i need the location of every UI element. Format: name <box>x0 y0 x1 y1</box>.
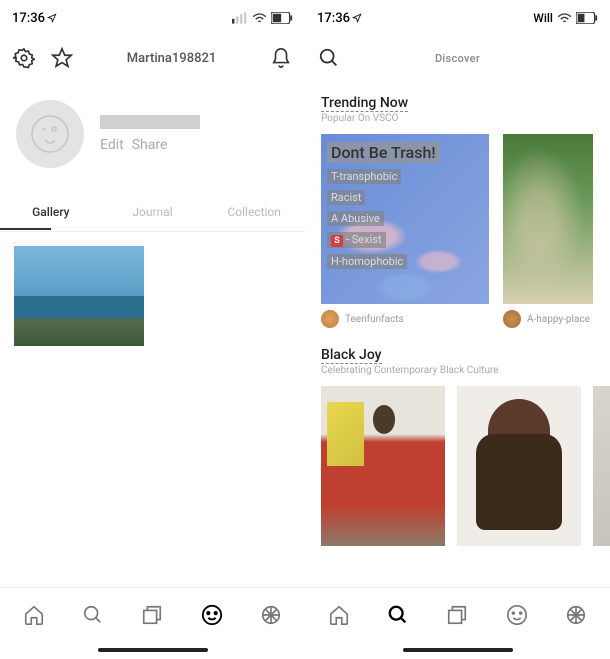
nav-membership-icon[interactable] <box>251 604 291 626</box>
notifications-icon[interactable] <box>269 46 293 70</box>
location-icon <box>352 13 362 23</box>
wifi-icon <box>252 12 267 24</box>
tab-journal[interactable]: Journal <box>102 195 204 229</box>
status-bar: 17:36 Will <box>305 0 610 36</box>
carrier-label: Will <box>533 11 553 25</box>
nav-home-icon[interactable] <box>14 604 54 626</box>
battery-icon <box>271 12 293 24</box>
blackjoy-card[interactable] <box>457 386 581 546</box>
avatar[interactable] <box>16 100 84 168</box>
discover-screen: 17:36 Will Discover Trending Now Popular… <box>305 0 610 659</box>
blackjoy-row <box>321 386 610 546</box>
status-time: 17:36 <box>317 11 350 26</box>
trending-title: Trending Now <box>321 95 408 112</box>
nav-profile-icon[interactable] <box>192 604 232 626</box>
blackjoy-header: Black Joy Celebrating Contemporary Black… <box>321 344 610 376</box>
card-text-line: Racist <box>327 190 365 205</box>
trending-header: Trending Now Popular On VSCO <box>321 92 610 124</box>
nav-home-icon[interactable] <box>319 604 359 626</box>
share-profile-link[interactable]: Share <box>132 137 168 153</box>
username: Martina198821 <box>88 51 255 66</box>
author-avatar <box>503 310 521 328</box>
gallery-photo[interactable] <box>14 246 144 346</box>
battery-icon <box>576 12 598 24</box>
top-bar: Discover <box>305 36 610 80</box>
wifi-icon <box>557 12 572 24</box>
trending-card[interactable]: A-happy-place <box>503 134 593 328</box>
card-text-line: T-transphobic <box>327 169 401 184</box>
gallery-content <box>0 232 305 587</box>
page-title: Discover <box>355 52 560 65</box>
nav-profile-icon[interactable] <box>497 604 537 626</box>
card-text-line: S- Sexist <box>327 232 386 248</box>
favorites-icon[interactable] <box>50 46 74 70</box>
bottom-nav <box>0 587 305 641</box>
top-bar: Martina198821 <box>0 36 305 80</box>
home-indicator[interactable] <box>305 641 610 659</box>
profile-section: Edit Share <box>0 80 305 192</box>
nav-studio-icon[interactable] <box>437 604 477 626</box>
home-indicator[interactable] <box>0 641 305 659</box>
blackjoy-card[interactable] <box>593 386 610 546</box>
profile-tabs: Gallery Journal Collection <box>0 192 305 232</box>
nav-studio-icon[interactable] <box>132 604 172 626</box>
card-text-line: H-homophobic <box>327 254 407 269</box>
nav-membership-icon[interactable] <box>556 604 596 626</box>
nav-search-icon[interactable] <box>378 604 418 626</box>
trending-card[interactable]: Dont Be Trash! T-transphobic Racist A Ab… <box>321 134 489 328</box>
edit-profile-link[interactable]: Edit <box>100 137 124 153</box>
blackjoy-card[interactable] <box>321 386 445 546</box>
profile-name-placeholder <box>100 115 200 129</box>
status-time: 17:36 <box>12 11 45 26</box>
author-name: Teenfunfacts <box>345 314 404 325</box>
settings-icon[interactable] <box>12 46 36 70</box>
discover-content: Trending Now Popular On VSCO Dont Be Tra… <box>305 80 610 587</box>
profile-screen: 17:36 Martina198821 Edit Share <box>0 0 305 659</box>
tab-collection[interactable]: Collection <box>203 195 305 229</box>
card-text-line: A Abusive <box>327 211 384 226</box>
blackjoy-subtitle: Celebrating Contemporary Black Culture <box>321 365 610 376</box>
signal-icon <box>232 12 248 24</box>
bottom-nav <box>305 587 610 641</box>
profile-info: Edit Share <box>100 115 289 153</box>
location-icon <box>47 13 57 23</box>
blackjoy-title: Black Joy <box>321 347 382 364</box>
status-bar: 17:36 <box>0 0 305 36</box>
tab-gallery[interactable]: Gallery <box>0 195 102 229</box>
trending-row: Dont Be Trash! T-transphobic Racist A Ab… <box>321 134 610 328</box>
author-avatar <box>321 310 339 328</box>
trending-subtitle: Popular On VSCO <box>321 113 610 124</box>
card-text-line: Dont Be Trash! <box>327 142 440 163</box>
nav-search-icon[interactable] <box>73 604 113 626</box>
search-icon[interactable] <box>317 46 341 70</box>
author-name: A-happy-place <box>527 314 590 325</box>
